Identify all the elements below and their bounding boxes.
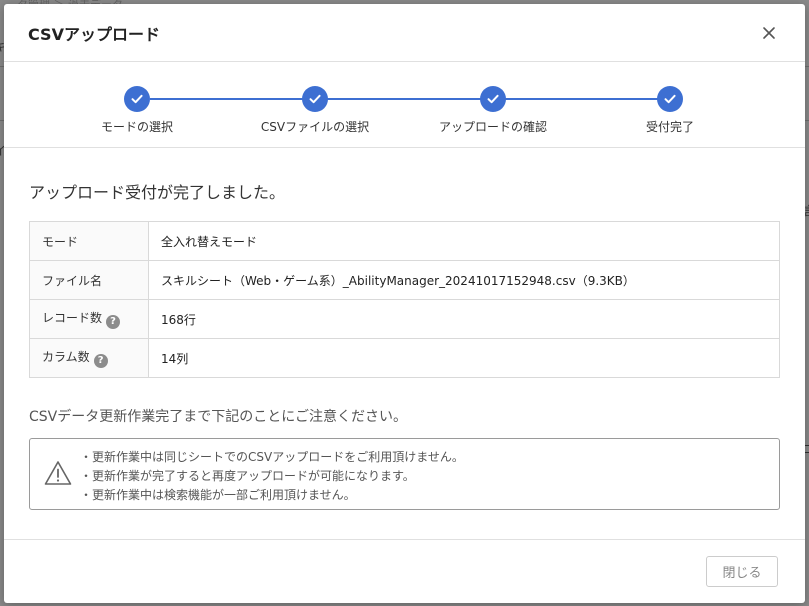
warning-icon bbox=[44, 461, 72, 485]
table-row: カラム数? 14列 bbox=[29, 338, 780, 378]
row-key: ファイル名 bbox=[29, 260, 149, 300]
help-icon[interactable]: ? bbox=[106, 314, 121, 329]
step-file-select: CSVファイルの選択 bbox=[235, 86, 395, 135]
step-upload-confirm: アップロードの確認 bbox=[413, 86, 573, 135]
check-icon bbox=[657, 86, 683, 112]
row-value: 14列 bbox=[148, 338, 780, 378]
row-value: スキルシート（Web・ゲーム系）_AbilityManager_20241017… bbox=[148, 260, 780, 300]
notice-title: CSVデータ更新作業完了まで下記のことにご注意ください。 bbox=[29, 409, 407, 425]
check-icon bbox=[124, 86, 150, 112]
close-icon[interactable] bbox=[759, 23, 779, 43]
list-item: ・更新作業中は検索機能が一部ご利用頂けません。 bbox=[80, 488, 356, 502]
notice-list: ・更新作業中は同じシートでのCSVアップロードをご利用頂けません。 ・更新作業が… bbox=[80, 448, 464, 505]
row-key: レコード数? bbox=[29, 299, 149, 339]
step-label: 受付完了 bbox=[645, 120, 694, 134]
notice-box: ・更新作業中は同じシートでのCSVアップロードをご利用頂けません。 ・更新作業が… bbox=[29, 438, 780, 510]
row-key: カラム数? bbox=[29, 338, 149, 378]
row-key-label: カラム数 bbox=[42, 350, 90, 365]
list-item: ・更新作業中は同じシートでのCSVアップロードをご利用頂けません。 bbox=[80, 450, 464, 464]
modal-header: CSVアップロード bbox=[4, 4, 805, 62]
step-complete: 受付完了 bbox=[590, 86, 750, 135]
row-key: モード bbox=[29, 221, 149, 261]
step-label: CSVファイルの選択 bbox=[260, 120, 370, 134]
check-icon bbox=[302, 86, 328, 112]
row-key-label: ファイル名 bbox=[42, 273, 103, 288]
completion-message: アップロード受付が完了しました。 bbox=[29, 183, 286, 202]
modal-footer: 閉じる bbox=[4, 539, 805, 603]
modal-title: CSVアップロード bbox=[28, 25, 160, 44]
table-row: レコード数? 168行 bbox=[29, 299, 780, 339]
row-value: 168行 bbox=[148, 299, 780, 339]
row-key-label: レコード数 bbox=[42, 311, 103, 326]
close-button[interactable]: 閉じる bbox=[706, 556, 778, 587]
step-label: アップロードの確認 bbox=[438, 120, 547, 134]
help-icon[interactable]: ? bbox=[93, 353, 108, 368]
step-mode-select: モードの選択 bbox=[57, 86, 217, 135]
list-item: ・更新作業が完了すると再度アップロードが可能になります。 bbox=[80, 469, 415, 483]
row-value: 全入れ替えモード bbox=[148, 221, 780, 261]
table-row: ファイル名 スキルシート（Web・ゲーム系）_AbilityManager_20… bbox=[29, 260, 780, 300]
check-icon bbox=[480, 86, 506, 112]
row-key-label: モード bbox=[42, 234, 79, 249]
upload-stepper: モードの選択 CSVファイルの選択 アップロードの確認 受付完了 bbox=[4, 62, 805, 148]
csv-upload-modal: CSVアップロード モードの選択 CSVファイルの選択 アップロードの確認 受付… bbox=[4, 4, 805, 603]
table-row: モード 全入れ替えモード bbox=[29, 221, 780, 261]
modal-body: アップロード受付が完了しました。 モード 全入れ替えモード ファイル名 スキルシ… bbox=[4, 179, 805, 510]
step-label: モードの選択 bbox=[100, 120, 173, 134]
upload-summary-table: モード 全入れ替えモード ファイル名 スキルシート（Web・ゲーム系）_Abil… bbox=[29, 221, 780, 378]
